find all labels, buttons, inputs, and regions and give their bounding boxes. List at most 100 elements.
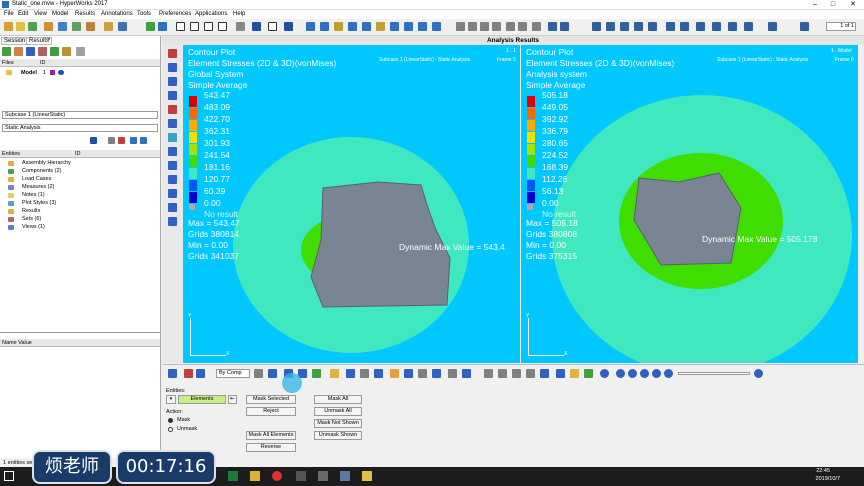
- page-grid-icon[interactable]: [648, 22, 657, 31]
- page-split-icon[interactable]: [768, 22, 777, 31]
- app-icon[interactable]: [318, 471, 328, 481]
- view-list-2-icon[interactable]: [560, 22, 569, 31]
- spin-icon[interactable]: [518, 22, 527, 31]
- viewport-right[interactable]: Contour Plot Element Stresses (2D & 3D)(…: [521, 45, 858, 363]
- grid-icon[interactable]: [118, 22, 127, 31]
- explode-icon[interactable]: [512, 369, 521, 378]
- page-view-2-icon[interactable]: [680, 22, 689, 31]
- print-icon[interactable]: [58, 22, 67, 31]
- color-by-select[interactable]: By Comp: [216, 369, 250, 378]
- window-2-icon[interactable]: [190, 22, 199, 31]
- menu-tools[interactable]: Tools: [137, 11, 151, 17]
- unmask-shown-button[interactable]: Unmask Shown: [314, 431, 362, 440]
- open-icon[interactable]: [4, 22, 13, 31]
- close-tab-icon[interactable]: ×: [47, 37, 51, 43]
- viewport-left[interactable]: Contour Plot Element Stresses (2D & 3D)(…: [183, 45, 520, 363]
- unmask-all-button[interactable]: Unmask All: [314, 407, 362, 416]
- pan-icon[interactable]: [480, 22, 489, 31]
- measure-tool-icon[interactable]: [168, 147, 177, 156]
- iso-icon[interactable]: [62, 47, 71, 56]
- page-sync-icon[interactable]: [728, 22, 737, 31]
- query-tool-icon[interactable]: [168, 133, 177, 142]
- show-icon[interactable]: [130, 137, 137, 144]
- track-icon[interactable]: [432, 369, 441, 378]
- page-first-icon[interactable]: [620, 22, 629, 31]
- note-icon[interactable]: [404, 369, 413, 378]
- entity-dropdown-icon[interactable]: ▾: [166, 395, 176, 404]
- query-icon[interactable]: [448, 369, 457, 378]
- maximize-button[interactable]: □: [826, 0, 840, 10]
- page-cascade-icon[interactable]: [712, 22, 721, 31]
- export-icon[interactable]: [44, 22, 53, 31]
- view-front-icon[interactable]: [306, 22, 315, 31]
- page-next-icon[interactable]: [606, 22, 615, 31]
- eye-icon[interactable]: [58, 70, 64, 75]
- window-tile-icon[interactable]: [284, 22, 293, 31]
- subcase-select[interactable]: Subcase 1 (LinearStatic): [2, 111, 158, 119]
- last-frame-icon[interactable]: [664, 369, 673, 378]
- view-top-icon[interactable]: [348, 22, 357, 31]
- window-layout-icon[interactable]: [268, 22, 277, 31]
- page-number-field[interactable]: 1 of 1: [826, 22, 856, 31]
- explorer-icon[interactable]: [250, 471, 260, 481]
- deform-tool-icon[interactable]: [168, 91, 177, 100]
- hyperworks-taskbar-icon[interactable]: [362, 471, 372, 481]
- display-tool-icon[interactable]: [168, 217, 177, 226]
- menu-help[interactable]: Help: [233, 11, 245, 17]
- window-split-icon[interactable]: [252, 22, 261, 31]
- sync-icon[interactable]: [236, 22, 245, 31]
- cut-icon[interactable]: [498, 369, 507, 378]
- first-frame-icon[interactable]: [616, 369, 625, 378]
- tree-item-views[interactable]: Views (1): [4, 224, 45, 230]
- view-iso-icon[interactable]: [334, 22, 343, 31]
- view-back-icon[interactable]: [320, 22, 329, 31]
- reject-button[interactable]: Reject: [246, 407, 296, 416]
- export-image-icon[interactable]: [584, 369, 593, 378]
- box-icon[interactable]: [570, 369, 579, 378]
- tracking-tool-icon[interactable]: [168, 175, 177, 184]
- axis-icon[interactable]: [404, 22, 413, 31]
- menu-annotations[interactable]: Annotations: [101, 11, 133, 17]
- minimize-button[interactable]: –: [808, 0, 822, 10]
- rotate-icon[interactable]: [492, 22, 501, 31]
- image-icon[interactable]: [86, 22, 95, 31]
- page-prev-icon[interactable]: [592, 22, 601, 31]
- mask-not-shown-button[interactable]: Mask Not Shown: [314, 419, 362, 428]
- menu-results[interactable]: Results: [75, 11, 95, 17]
- app-icon[interactable]: [340, 471, 350, 481]
- next-frame-icon[interactable]: [652, 369, 661, 378]
- reset-selection-icon[interactable]: ⇤: [228, 395, 237, 404]
- page-overlay-icon[interactable]: [744, 22, 753, 31]
- style-icon[interactable]: [168, 369, 177, 378]
- mask-selected-button[interactable]: Mask Selected: [246, 395, 296, 404]
- view-right-icon[interactable]: [390, 22, 399, 31]
- contour-tool-icon[interactable]: [168, 49, 177, 58]
- window-4-icon[interactable]: [218, 22, 227, 31]
- start-icon[interactable]: [4, 471, 14, 481]
- play-start-icon[interactable]: [600, 369, 609, 378]
- view-user-icon[interactable]: [432, 22, 441, 31]
- settings-icon[interactable]: [76, 47, 85, 56]
- filter-icon[interactable]: [90, 137, 97, 144]
- solid-icon[interactable]: [268, 369, 277, 378]
- refresh-icon[interactable]: [532, 22, 541, 31]
- app-icon[interactable]: [296, 471, 306, 481]
- menu-applications[interactable]: Applications: [195, 11, 227, 17]
- model-icon[interactable]: [14, 47, 23, 56]
- tree-item-measures[interactable]: Measures (2): [4, 184, 54, 190]
- view-fit-icon[interactable]: [418, 22, 427, 31]
- folder-icon[interactable]: [104, 22, 113, 31]
- view-list-icon[interactable]: [548, 22, 557, 31]
- tree-item-notes[interactable]: Notes (1): [4, 192, 45, 198]
- axis-view-icon[interactable]: [462, 369, 471, 378]
- load-icon[interactable]: [26, 47, 35, 56]
- cube-icon[interactable]: [556, 369, 565, 378]
- page-view-icon[interactable]: [666, 22, 675, 31]
- contour-icon[interactable]: [50, 47, 59, 56]
- elements-button[interactable]: Elements: [178, 395, 226, 404]
- panel-divider[interactable]: [0, 332, 160, 333]
- mask-all-button[interactable]: Mask All: [314, 395, 362, 404]
- save-icon[interactable]: [16, 22, 25, 31]
- capture-icon[interactable]: [72, 22, 81, 31]
- animation-settings-icon[interactable]: [754, 369, 763, 378]
